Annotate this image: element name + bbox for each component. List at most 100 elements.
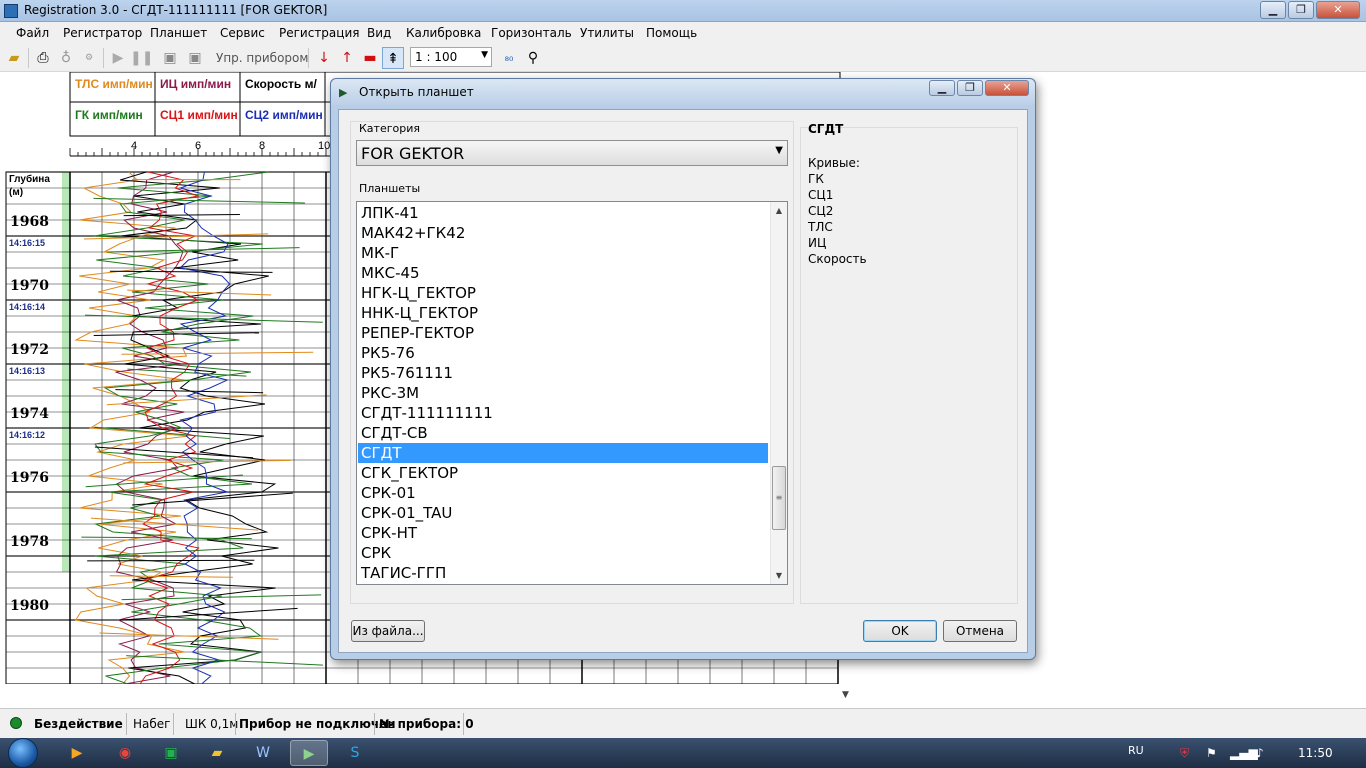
scroll-up-icon[interactable]: ▲: [771, 202, 787, 219]
list-item[interactable]: СРК-НТ: [358, 523, 768, 543]
depth-label: 1976: [10, 470, 49, 486]
scroll-down-icon[interactable]: ▼: [842, 690, 849, 700]
title-bar: Registration 3.0 - СГДТ-111111111 [FOR G…: [0, 0, 1366, 22]
ok-button[interactable]: OK: [863, 620, 937, 642]
axis-tick-label: 4: [131, 140, 138, 152]
list-item[interactable]: СГДТ-СВ: [358, 423, 768, 443]
dialog-minimize-button[interactable]: ▁: [929, 80, 955, 96]
stop-icon[interactable]: ▬: [359, 47, 381, 69]
list-item[interactable]: ННК-Ц_ГЕКТОР: [358, 303, 768, 323]
minimize-button[interactable]: ▁: [1260, 1, 1286, 19]
menu-view[interactable]: Вид: [367, 26, 391, 40]
lamp-icon[interactable]: ♁: [55, 47, 77, 69]
list-item[interactable]: НГК-Ц_ГЕКТОР: [358, 283, 768, 303]
list-item[interactable]: МК-Г: [358, 243, 768, 263]
dialog-close-button[interactable]: ✕: [985, 80, 1029, 96]
dialog-maximize-button[interactable]: ❐: [957, 80, 983, 96]
scroll-thumb[interactable]: ≡: [772, 466, 786, 530]
list-item[interactable]: МКС-45: [358, 263, 768, 283]
header-tls: ТЛС имп/мин: [75, 77, 153, 91]
list-item[interactable]: ЛПК-41: [358, 203, 768, 223]
tablets-list[interactable]: ЛПК-41 МАК42+ГК42 МК-Г МКС-45 НГК-Ц_ГЕКТОР НН…: [356, 201, 788, 585]
list-item[interactable]: ТАГИС-ГГП: [358, 563, 768, 583]
list-item[interactable]: СРК-01_TAU: [358, 503, 768, 523]
menu-registration[interactable]: Регистрация: [279, 26, 359, 40]
save-icon[interactable]: ▣: [159, 47, 181, 69]
flag-icon[interactable]: ⚑: [1206, 746, 1217, 760]
scale-select[interactable]: 1 : 100 ▼: [410, 47, 492, 67]
list-item[interactable]: МАК42+ГК42: [358, 223, 768, 243]
maximize-button[interactable]: ❐: [1288, 1, 1314, 19]
depth-label: 1970: [10, 278, 49, 294]
close-button[interactable]: ✕: [1316, 1, 1360, 19]
registration-app-icon[interactable]: ▶: [290, 740, 328, 766]
depth-label: 1972: [10, 342, 49, 358]
antivirus-icon[interactable]: ⛨: [1180, 746, 1189, 761]
menu-service[interactable]: Сервис: [220, 26, 265, 40]
network-icon[interactable]: ▂▄▆: [1230, 746, 1258, 760]
app-green-icon[interactable]: ▣: [152, 740, 190, 766]
chrome-icon[interactable]: ◉: [106, 740, 144, 766]
list-item[interactable]: СГДТ-111111111: [358, 403, 768, 423]
skype-icon[interactable]: S: [336, 740, 374, 766]
status-indicator-icon: [10, 717, 22, 729]
curves-label: Кривые:: [808, 156, 860, 170]
curve-item: СЦ2: [808, 204, 834, 218]
arrow-down-icon[interactable]: ↓: [313, 47, 335, 69]
dialog-title-bar: ▶ Открыть планшет ▁ ❐ ✕: [331, 79, 1035, 105]
menu-file[interactable]: Файл: [16, 26, 49, 40]
clock: 11:50: [1298, 746, 1333, 760]
menu-tablet[interactable]: Планшет: [150, 26, 207, 40]
instrument-control-button[interactable]: Упр. прибором: [216, 51, 308, 65]
save-as-icon[interactable]: ▣: [184, 47, 206, 69]
header-ic: ИЦ имп/мин: [160, 77, 232, 91]
list-item[interactable]: РК5-761111: [358, 363, 768, 383]
time-label: 14:16:12: [9, 430, 46, 440]
list-scrollbar[interactable]: ▲ ≡ ▼: [770, 202, 787, 584]
app-icon: [4, 4, 18, 18]
list-item[interactable]: РКС-3М: [358, 383, 768, 403]
time-label: 14:16:14: [9, 302, 46, 312]
log-curve-segment: [93, 197, 305, 204]
list-item[interactable]: РК5-76: [358, 343, 768, 363]
pause-icon[interactable]: ❚❚: [130, 47, 153, 69]
menu-calibration[interactable]: Калибровка: [406, 26, 481, 40]
category-select[interactable]: FOR GEKTOR ▼: [356, 140, 788, 166]
cancel-button[interactable]: Отмена: [943, 620, 1017, 642]
start-button[interactable]: [8, 738, 38, 768]
info-title: СГДТ: [808, 122, 844, 136]
menu-utilities[interactable]: Утилиты: [580, 26, 634, 40]
from-file-button[interactable]: Из файла...: [351, 620, 425, 642]
play-icon[interactable]: ▶: [107, 47, 129, 69]
menu-help[interactable]: Помощь: [646, 26, 697, 40]
marker-icon[interactable]: ⇞: [382, 47, 404, 69]
depth-title: Глубина (м): [9, 174, 50, 198]
zoom-icon[interactable]: ⚲: [522, 47, 544, 69]
scroll-down-icon[interactable]: ▼: [771, 567, 787, 584]
word-icon[interactable]: W: [244, 740, 282, 766]
open-folder-icon[interactable]: ▰: [3, 47, 25, 69]
media-player-icon[interactable]: ▶: [58, 740, 96, 766]
test-icon[interactable]: ⚙: [78, 47, 100, 69]
log-curve-segment: [126, 655, 323, 666]
status-separator: [463, 713, 464, 735]
chevron-down-icon: ▼: [481, 50, 488, 60]
taskbar: ▶ ◉ ▣ ▰ W ▶ S RU ⛨ ⚑ ▂▄▆ ♪ 11:50: [0, 738, 1366, 768]
list-item[interactable]: СРК: [358, 543, 768, 563]
log-curve-segment: [121, 351, 314, 355]
depth-icon[interactable]: ₈₀: [498, 47, 520, 69]
arrow-up-icon[interactable]: ↑: [336, 47, 358, 69]
language-indicator[interactable]: RU: [1128, 744, 1144, 757]
window-title: Registration 3.0 - СГДТ-111111111 [FOR G…: [24, 3, 328, 17]
menu-horizontal[interactable]: Горизонталь: [491, 26, 572, 40]
print-icon[interactable]: ⎙: [32, 47, 54, 69]
list-item[interactable]: РЕПЕР-ГЕКТОР: [358, 323, 768, 343]
menu-recorder[interactable]: Регистратор: [63, 26, 142, 40]
header-sc2: СЦ2 имп/мин: [245, 108, 323, 122]
volume-icon[interactable]: ♪: [1256, 746, 1264, 760]
list-item[interactable]: СГДТ: [358, 443, 768, 463]
toolbar-separator: [308, 48, 309, 68]
explorer-icon[interactable]: ▰: [198, 740, 236, 766]
list-item[interactable]: СРК-01: [358, 483, 768, 503]
list-item[interactable]: СГК_ГЕКТОР: [358, 463, 768, 483]
